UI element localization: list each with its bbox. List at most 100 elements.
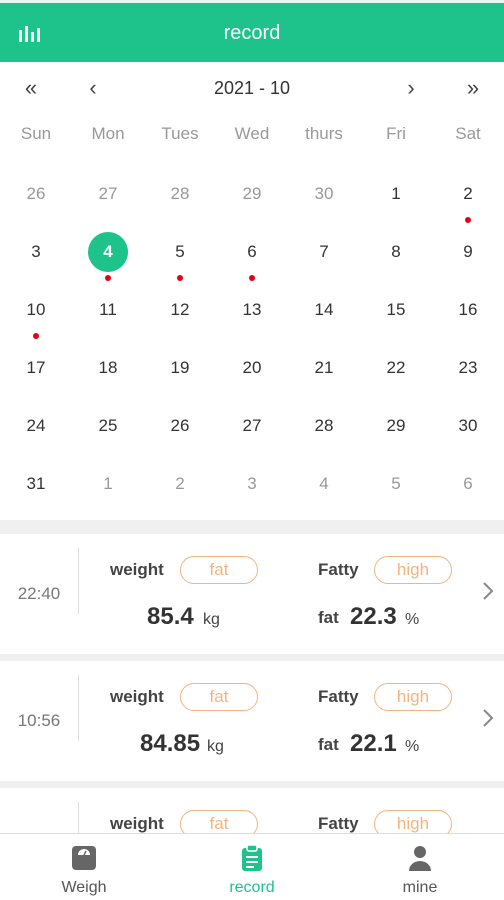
- calendar-day[interactable]: 5: [144, 230, 216, 288]
- calendar-day-number: 24: [26, 416, 46, 435]
- calendar-day-number: 9: [463, 242, 473, 261]
- calendar-day[interactable]: 13: [216, 288, 288, 346]
- chevron-right-icon[interactable]: [480, 707, 496, 729]
- weekday-label: Fri: [386, 124, 406, 143]
- calendar-week-row: 31 1 2 3 4 5 6: [0, 462, 504, 520]
- calendar-day[interactable]: 4: [288, 462, 360, 520]
- fatty-label: Fatty: [318, 560, 359, 579]
- calendar-day-number: 22: [386, 358, 406, 377]
- calendar-day[interactable]: 26: [0, 172, 72, 230]
- fatty-tag: high: [374, 683, 452, 711]
- weekday-label: Mon: [91, 124, 125, 143]
- calendar-day[interactable]: 25: [72, 404, 144, 462]
- calendar-day-number: 28: [170, 184, 190, 203]
- tab-weigh[interactable]: Weigh: [0, 834, 168, 900]
- calendar-day[interactable]: 29: [216, 172, 288, 230]
- fat-unit: %: [405, 738, 420, 755]
- calendar-day-selected[interactable]: 4: [72, 230, 144, 288]
- calendar-day[interactable]: 9: [432, 230, 504, 288]
- calendar-day[interactable]: 7: [288, 230, 360, 288]
- next-year-button[interactable]: »: [458, 74, 488, 102]
- calendar-day[interactable]: 11: [72, 288, 144, 346]
- calendar-day[interactable]: 27: [72, 172, 144, 230]
- calendar-day-number: 5: [175, 242, 185, 261]
- record-marker-dot: [177, 275, 183, 281]
- calendar-day[interactable]: 16: [432, 288, 504, 346]
- calendar-day[interactable]: 28: [288, 404, 360, 462]
- clipboard-icon: [242, 844, 262, 871]
- tab-label: record: [229, 879, 275, 896]
- calendar-day[interactable]: 1: [360, 172, 432, 230]
- calendar-day[interactable]: 22: [360, 346, 432, 404]
- calendar-day[interactable]: 10: [0, 288, 72, 346]
- record-marker-dot: [465, 217, 471, 223]
- calendar-day[interactable]: 3: [0, 230, 72, 288]
- fat-label: fat: [318, 735, 339, 754]
- weekday-label: Sun: [20, 124, 52, 143]
- calendar-day[interactable]: 15: [360, 288, 432, 346]
- fatty-label: Fatty: [318, 687, 359, 706]
- divider: [78, 548, 79, 614]
- calendar-grid: 26 27 28 29 30 1 2 3 4 5 6 7 8 9 10 11 12 13 14 15 16 17 18 19 2…: [0, 172, 504, 520]
- record-card[interactable]: 22:40 weight fat Fatty high 85.4 kg fat …: [0, 534, 504, 654]
- calendar-day-number: 4: [319, 474, 329, 493]
- calendar-week-row: 24 25 26 27 28 29 30: [0, 404, 504, 462]
- tab-mine[interactable]: mine: [336, 834, 504, 900]
- calendar-day[interactable]: 14: [288, 288, 360, 346]
- calendar-day[interactable]: 29: [360, 404, 432, 462]
- calendar-day[interactable]: 30: [432, 404, 504, 462]
- calendar: « ‹ 2021 - 10 › » Sun Mon Tues Wed thurs…: [0, 62, 504, 520]
- record-marker-dot: [249, 275, 255, 281]
- weekday-label: thurs: [305, 124, 343, 143]
- calendar-day-number: 21: [314, 358, 334, 377]
- calendar-day-number: 30: [314, 184, 334, 203]
- calendar-day[interactable]: 1: [72, 462, 144, 520]
- calendar-day-number: 19: [170, 358, 190, 377]
- tab-label: mine: [402, 879, 438, 896]
- tab-record[interactable]: record: [168, 834, 336, 900]
- calendar-week-row: 17 18 19 20 21 22 23: [0, 346, 504, 404]
- calendar-day[interactable]: 2: [144, 462, 216, 520]
- calendar-day[interactable]: 28: [144, 172, 216, 230]
- calendar-day-number: 14: [314, 300, 334, 319]
- calendar-day[interactable]: 2: [432, 172, 504, 230]
- top-bar: record: [0, 0, 504, 62]
- calendar-day[interactable]: 27: [216, 404, 288, 462]
- record-time: 10:56: [17, 711, 61, 730]
- calendar-day[interactable]: 21: [288, 346, 360, 404]
- tab-label: Weigh: [61, 879, 107, 896]
- calendar-day[interactable]: 3: [216, 462, 288, 520]
- weight-label: weight: [110, 560, 164, 579]
- calendar-day-number: 1: [103, 474, 113, 493]
- calendar-day-number: 30: [458, 416, 478, 435]
- calendar-day-number: 31: [26, 474, 46, 493]
- calendar-day[interactable]: 26: [144, 404, 216, 462]
- calendar-day[interactable]: 20: [216, 346, 288, 404]
- person-icon: [409, 846, 431, 871]
- calendar-day[interactable]: 31: [0, 462, 72, 520]
- calendar-day-number: 28: [314, 416, 334, 435]
- calendar-day[interactable]: 18: [72, 346, 144, 404]
- next-month-button[interactable]: ›: [396, 74, 426, 102]
- calendar-day[interactable]: 17: [0, 346, 72, 404]
- record-card[interactable]: 10:56 weight fat Fatty high 84.85 kg fat…: [0, 661, 504, 781]
- record-marker-dot: [33, 333, 39, 339]
- weekday-label: Sat: [455, 124, 481, 143]
- calendar-week-row: 10 11 12 13 14 15 16: [0, 288, 504, 346]
- calendar-day-number: 13: [242, 300, 262, 319]
- calendar-day[interactable]: 19: [144, 346, 216, 404]
- fatty-label: Fatty: [318, 814, 359, 833]
- calendar-day[interactable]: 8: [360, 230, 432, 288]
- calendar-day[interactable]: 30: [288, 172, 360, 230]
- calendar-day[interactable]: 24: [0, 404, 72, 462]
- calendar-day[interactable]: 5: [360, 462, 432, 520]
- calendar-day[interactable]: 12: [144, 288, 216, 346]
- weight-label: weight: [110, 814, 164, 833]
- calendar-day[interactable]: 23: [432, 346, 504, 404]
- calendar-day-number: 7: [319, 242, 329, 261]
- calendar-week-row: 26 27 28 29 30 1 2: [0, 172, 504, 230]
- chevron-right-icon[interactable]: [480, 580, 496, 602]
- fat-unit: %: [405, 611, 420, 628]
- calendar-day[interactable]: 6: [432, 462, 504, 520]
- calendar-day[interactable]: 6: [216, 230, 288, 288]
